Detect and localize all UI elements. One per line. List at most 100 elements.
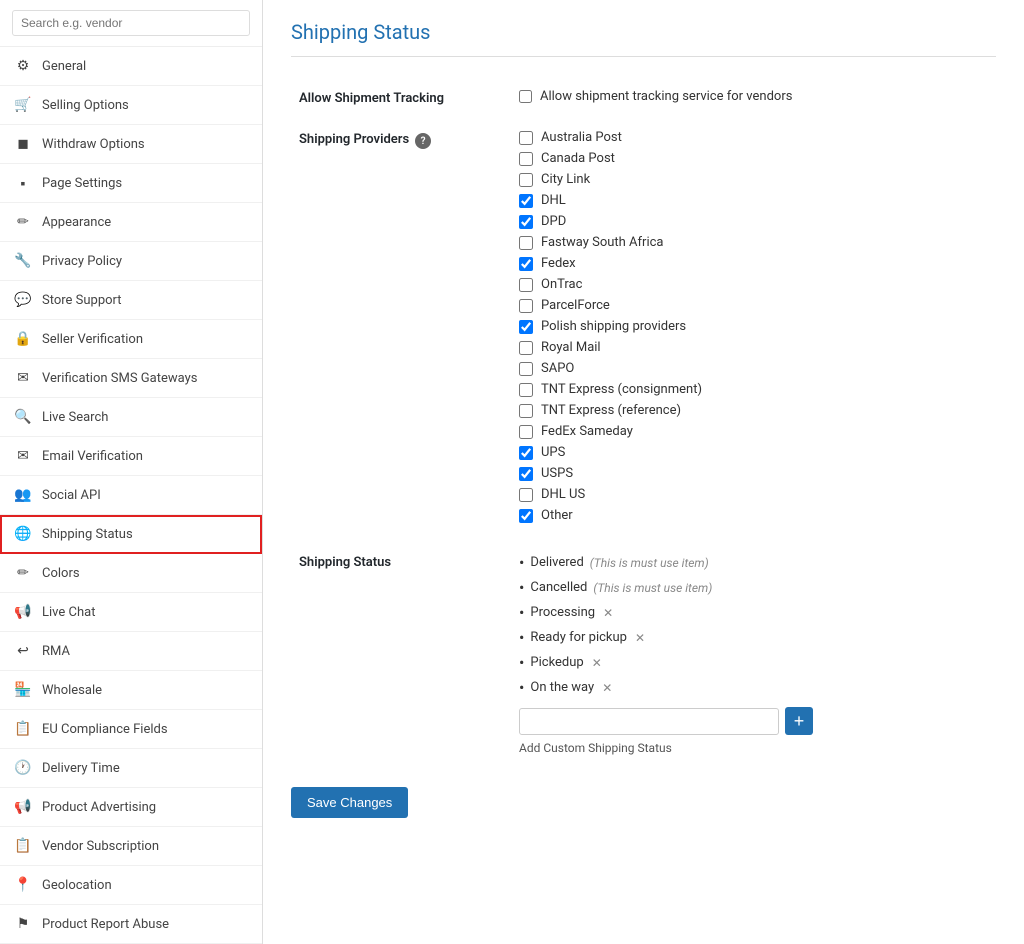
status-item-processing: Processing✕ (519, 603, 988, 622)
vendor-sub-icon: 📋 (14, 837, 32, 855)
privacy-icon: 🔧 (14, 252, 32, 270)
provider-checkbox-ups[interactable] (519, 446, 533, 460)
help-icon[interactable]: ? (415, 133, 431, 149)
provider-label-ups: UPS (541, 445, 565, 460)
provider-checkbox-fedex[interactable] (519, 257, 533, 271)
provider-label-sapo: SAPO (541, 361, 574, 376)
provider-row-dhl-us: DHL US (519, 487, 988, 502)
sidebar-item-seller-verification[interactable]: 🔒Seller Verification (0, 320, 262, 359)
provider-checkbox-parcelforce[interactable] (519, 299, 533, 313)
status-remove-ready-pickup[interactable]: ✕ (635, 631, 645, 645)
sidebar: ⚙General🛒Selling Options◼Withdraw Option… (0, 0, 263, 944)
provider-label-other: Other (541, 508, 573, 523)
lock-icon: 🔒 (14, 330, 32, 348)
provider-row-usps: USPS (519, 466, 988, 481)
gear-icon: ⚙ (14, 57, 32, 75)
provider-checkbox-dhl[interactable] (519, 194, 533, 208)
sidebar-item-appearance[interactable]: ✏Appearance (0, 203, 262, 242)
sidebar-item-shipping-status[interactable]: 🌐Shipping Status (0, 515, 262, 554)
sidebar-item-label-wholesale: Wholesale (42, 683, 102, 698)
provider-checkbox-fedex-sameday[interactable] (519, 425, 533, 439)
sidebar-item-label-shipping-status: Shipping Status (42, 527, 133, 542)
provider-checkbox-royal-mail[interactable] (519, 341, 533, 355)
status-name-ready-pickup: Ready for pickup (530, 630, 627, 645)
sidebar-item-label-geolocation: Geolocation (42, 878, 112, 893)
sidebar-item-email-verification[interactable]: ✉Email Verification (0, 437, 262, 476)
shipping-providers-row: Shipping Providers ? Australia PostCanad… (291, 118, 996, 541)
provider-row-canada-post: Canada Post (519, 151, 988, 166)
sidebar-item-verification-sms[interactable]: ✉Verification SMS Gateways (0, 359, 262, 398)
eu-icon: 📋 (14, 720, 32, 738)
provider-checkbox-dhl-us[interactable] (519, 488, 533, 502)
sidebar-item-live-search[interactable]: 🔍Live Search (0, 398, 262, 437)
sidebar-item-label-privacy-policy: Privacy Policy (42, 254, 122, 269)
provider-row-dhl: DHL (519, 193, 988, 208)
custom-status-input[interactable] (519, 708, 779, 735)
sidebar-item-colors[interactable]: ✏ Colors (0, 554, 262, 593)
sidebar-item-delivery-time[interactable]: 🕐Delivery Time (0, 749, 262, 788)
sidebar-item-social-api[interactable]: 👥Social API (0, 476, 262, 515)
sidebar-item-withdraw-options[interactable]: ◼Withdraw Options (0, 125, 262, 164)
provider-checkbox-other[interactable] (519, 509, 533, 523)
provider-checkbox-australia-post[interactable] (519, 131, 533, 145)
allow-shipment-label: Allow Shipment Tracking (299, 91, 444, 106)
provider-checkbox-canada-post[interactable] (519, 152, 533, 166)
shipping-status-label: Shipping Status (299, 555, 391, 570)
provider-label-city-link: City Link (541, 172, 590, 187)
support-icon: 💬 (14, 291, 32, 309)
sidebar-item-wholesale[interactable]: 🏪Wholesale (0, 671, 262, 710)
sidebar-item-label-vendor-subscription: Vendor Subscription (42, 839, 159, 854)
add-status-button[interactable]: + (785, 707, 813, 735)
provider-checkbox-tnt-reference[interactable] (519, 404, 533, 418)
status-item-delivered: Delivered (This is must use item) (519, 553, 988, 572)
status-item-on-the-way: On the way✕ (519, 678, 988, 697)
sidebar-item-rma[interactable]: ↩RMA (0, 632, 262, 671)
status-must-use-delivered: (This is must use item) (590, 556, 709, 570)
sidebar-item-label-colors: Colors (42, 566, 80, 581)
save-changes-button[interactable]: Save Changes (291, 787, 408, 818)
provider-row-other: Other (519, 508, 988, 523)
geo-icon: 📍 (14, 876, 32, 894)
provider-label-ontrac: OnTrac (541, 277, 582, 292)
sidebar-item-selling-options[interactable]: 🛒Selling Options (0, 86, 262, 125)
sidebar-item-store-support[interactable]: 💬Store Support (0, 281, 262, 320)
sidebar-item-geolocation[interactable]: 📍 Geolocation (0, 866, 262, 905)
sidebar-item-page-settings[interactable]: ▪Page Settings (0, 164, 262, 203)
sidebar-search-input[interactable] (12, 10, 250, 36)
email-icon: ✉ (14, 447, 32, 465)
provider-checkbox-tnt-consignment[interactable] (519, 383, 533, 397)
colors-icon: ✏ (14, 564, 32, 582)
status-name-cancelled: Cancelled (530, 580, 587, 595)
provider-row-fedex: Fedex (519, 256, 988, 271)
provider-row-fedex-sameday: FedEx Sameday (519, 424, 988, 439)
provider-label-tnt-reference: TNT Express (reference) (541, 403, 681, 418)
sidebar-item-product-report-abuse[interactable]: ⚑Product Report Abuse (0, 905, 262, 944)
provider-checkbox-ontrac[interactable] (519, 278, 533, 292)
provider-checkbox-dpd[interactable] (519, 215, 533, 229)
provider-checkbox-usps[interactable] (519, 467, 533, 481)
sidebar-item-general[interactable]: ⚙General (0, 47, 262, 86)
provider-checkbox-sapo[interactable] (519, 362, 533, 376)
provider-label-australia-post: Australia Post (541, 130, 622, 145)
sidebar-item-vendor-subscription[interactable]: 📋 Vendor Subscription (0, 827, 262, 866)
provider-row-sapo: SAPO (519, 361, 988, 376)
status-remove-on-the-way[interactable]: ✕ (602, 681, 612, 695)
sidebar-item-live-chat[interactable]: 📢Live Chat (0, 593, 262, 632)
sidebar-item-eu-compliance[interactable]: 📋EU Compliance Fields (0, 710, 262, 749)
status-item-pickedup: Pickedup✕ (519, 653, 988, 672)
provider-checkbox-fastway[interactable] (519, 236, 533, 250)
provider-label-usps: USPS (541, 466, 573, 481)
allow-shipment-checkbox[interactable] (519, 90, 532, 103)
social-icon: 👥 (14, 486, 32, 504)
sidebar-item-product-advertising[interactable]: 📢Product Advertising (0, 788, 262, 827)
provider-label-fedex-sameday: FedEx Sameday (541, 424, 633, 439)
provider-label-canada-post: Canada Post (541, 151, 615, 166)
status-remove-pickedup[interactable]: ✕ (592, 656, 602, 670)
provider-label-dhl: DHL (541, 193, 566, 208)
provider-row-city-link: City Link (519, 172, 988, 187)
provider-checkbox-city-link[interactable] (519, 173, 533, 187)
status-remove-processing[interactable]: ✕ (603, 606, 613, 620)
sidebar-item-label-appearance: Appearance (42, 215, 111, 230)
sidebar-item-privacy-policy[interactable]: 🔧 Privacy Policy (0, 242, 262, 281)
provider-checkbox-polish[interactable] (519, 320, 533, 334)
